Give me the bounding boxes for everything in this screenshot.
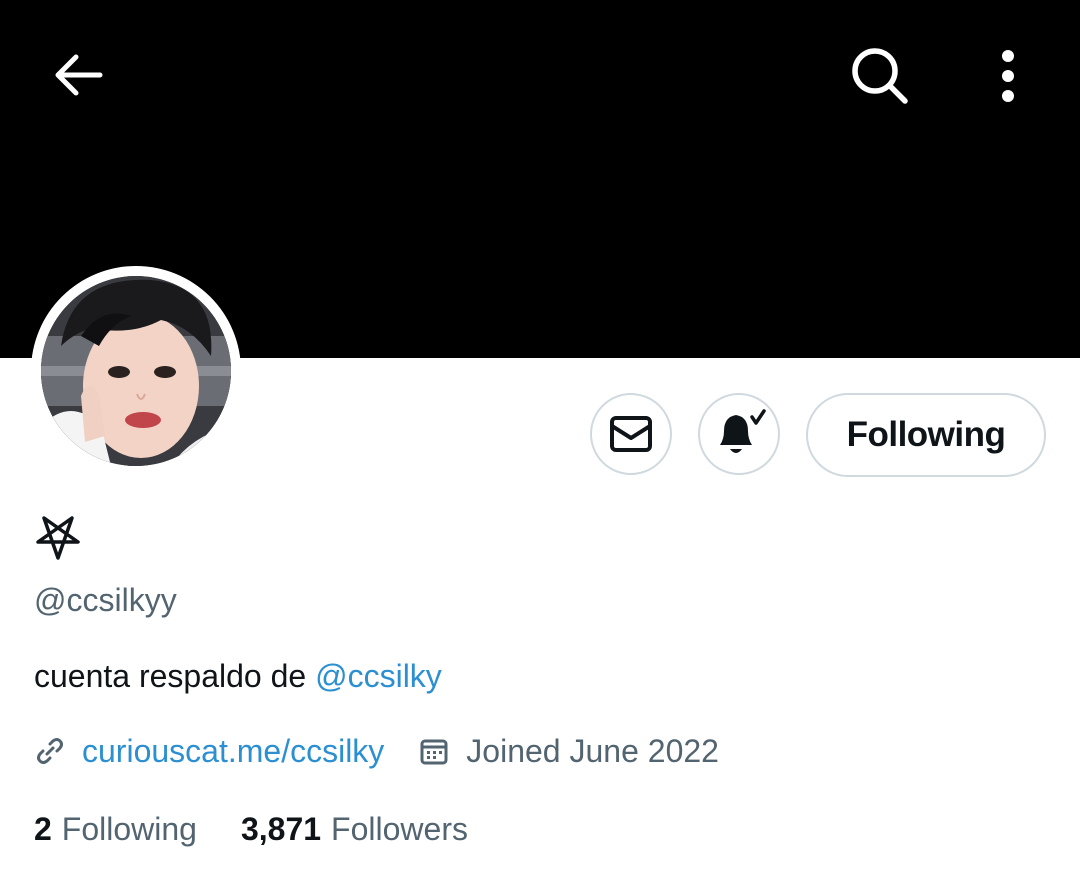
followers-count-link[interactable]: 3,871 Followers (241, 811, 468, 848)
avatar-photo (41, 276, 231, 466)
arrow-left-icon (55, 54, 103, 96)
profile-stats: 2 Following 3,871 Followers (34, 808, 468, 850)
link-icon (34, 735, 66, 767)
bio-mention-link[interactable]: @ccsilky (315, 658, 442, 694)
back-button[interactable] (40, 40, 116, 110)
following-count: 2 (34, 810, 52, 847)
bio-text: cuenta respaldo de (34, 658, 316, 694)
bell-check-icon (720, 409, 766, 453)
more-vertical-icon (1002, 50, 1014, 102)
mail-icon (610, 416, 652, 452)
followers-label: Followers (331, 810, 468, 847)
following-count-link[interactable]: 2 Following (34, 811, 197, 848)
following-label: Following (61, 810, 197, 847)
search-button[interactable] (840, 38, 920, 114)
display-name (33, 512, 83, 562)
following-button[interactable]: Following (806, 393, 1046, 477)
search-icon (852, 48, 908, 104)
joined-date: Joined June 2022 (466, 732, 719, 769)
profile-handle: @ccsilkyy (34, 582, 177, 618)
message-button[interactable] (590, 393, 672, 475)
profile-bio: cuenta respaldo de @ccsilky (34, 656, 442, 696)
profile-meta: curiouscat.me/ccsilky Joined June 2022 (34, 730, 719, 772)
inverted-pentagram-icon (36, 516, 80, 560)
notifications-button[interactable] (698, 393, 780, 475)
avatar[interactable] (41, 276, 231, 466)
calendar-icon (418, 735, 450, 767)
website-link[interactable]: curiouscat.me/ccsilky (82, 733, 384, 770)
more-options-button[interactable] (978, 40, 1038, 112)
followers-count: 3,871 (240, 810, 322, 847)
profile-page: Following @ccsilkyy cuenta respaldo de @… (0, 0, 1080, 876)
